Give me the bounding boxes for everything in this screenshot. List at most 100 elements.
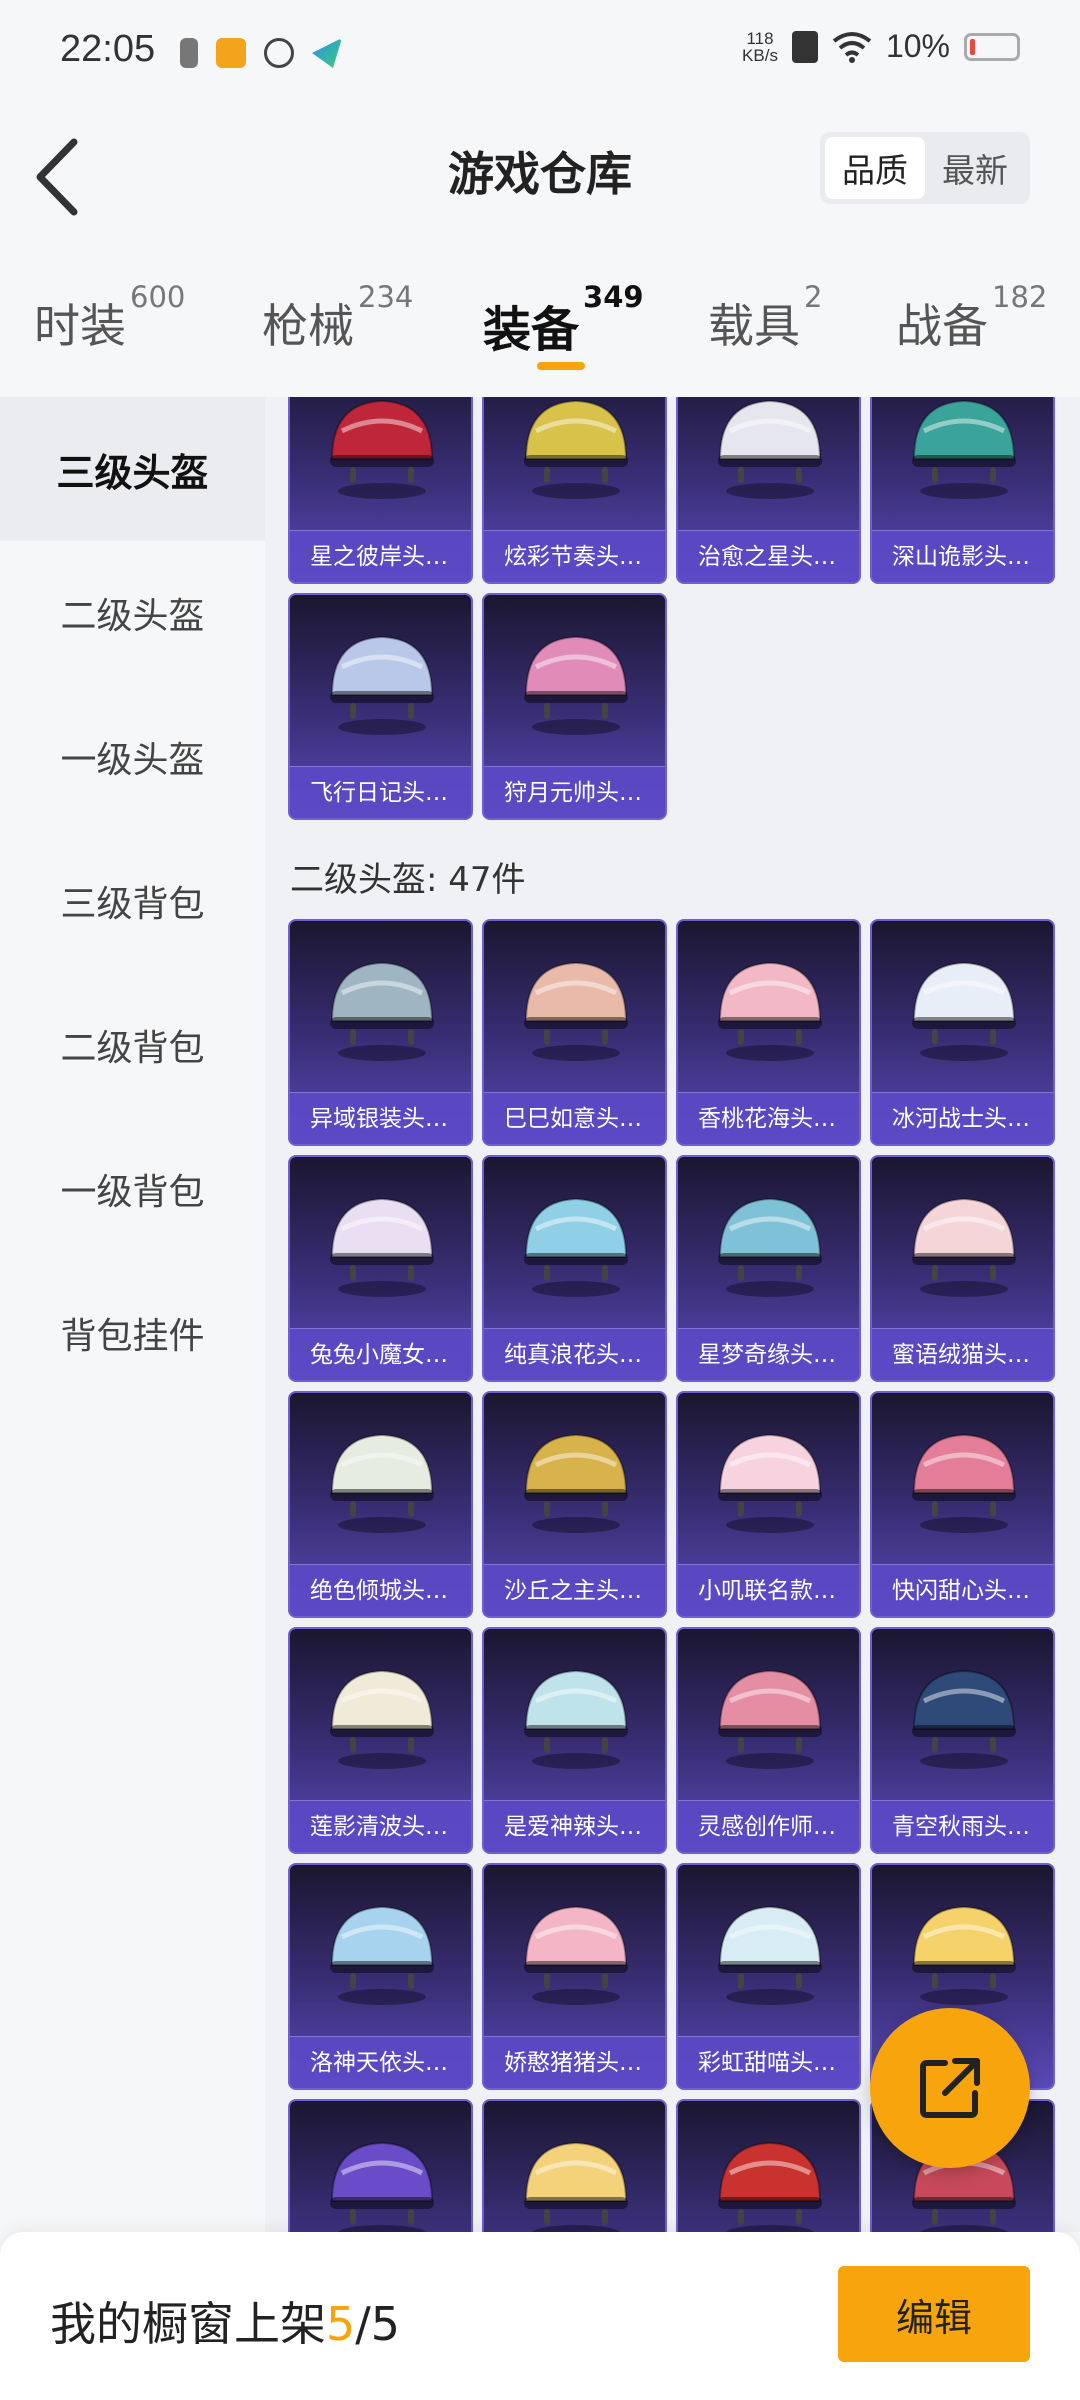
helmet-icon	[330, 1433, 434, 1533]
helmet-icon	[330, 961, 434, 1061]
item-card[interactable]: 绝色倾城头…	[288, 1391, 473, 1618]
item-card[interactable]: 炫彩节奏头…	[482, 397, 667, 584]
helmet-icon	[718, 399, 822, 499]
item-card[interactable]: 狩月元帅头…	[482, 593, 667, 820]
item-name: 治愈之星头…	[678, 530, 859, 582]
item-list[interactable]: 星之彼岸头… 炫彩节奏头… 治愈之星头… 深山诡影头… 飞行日记头… 狩月元帅头… 二级头…	[265, 397, 1080, 2232]
tab-label: 枪械	[262, 299, 354, 353]
sort-quality-button[interactable]: 品质	[825, 137, 925, 199]
battery-saver-icon	[180, 38, 198, 68]
tab-vehicles[interactable]: 载具2	[708, 280, 822, 380]
item-card[interactable]: 沙丘之主头…	[482, 1391, 667, 1618]
item-card[interactable]: 小叽联名款…	[676, 1391, 861, 1618]
helmet-icon	[330, 635, 434, 735]
system-icons: 118 KB/s 10%	[742, 28, 1020, 65]
category-tabs: 时装600 枪械234 装备349 载具2 战备182	[0, 270, 1080, 390]
item-card[interactable]: 星梦奇缘头…	[676, 1155, 861, 1382]
item-card[interactable]: 飞行日记头…	[288, 593, 473, 820]
item-name: 蜜语绒猫头…	[872, 1328, 1053, 1380]
item-name: 巳巳如意头…	[484, 1092, 665, 1144]
item-card[interactable]: 洛神天依头…	[288, 1863, 473, 2090]
showcase-total-count: 5	[370, 2297, 401, 2351]
bottom-bar: 我的橱窗上架5/5 编辑	[0, 2232, 1080, 2400]
tab-count: 349	[583, 280, 644, 314]
item-card[interactable]	[676, 2099, 861, 2232]
item-card[interactable]: 娇憨猪猪头…	[482, 1863, 667, 2090]
item-card[interactable]: 治愈之星头…	[676, 397, 861, 584]
helmet-icon	[330, 2141, 434, 2232]
helmet-icon	[330, 1669, 434, 1769]
tab-guns[interactable]: 枪械234	[262, 280, 413, 380]
item-card[interactable]	[482, 2099, 667, 2232]
tab-label: 载具	[708, 299, 800, 353]
battery-percent: 10%	[885, 28, 950, 64]
helmet-icon	[524, 635, 628, 735]
helmet-icon	[330, 399, 434, 499]
sidebar-item-level3-helmet[interactable]: 三级头盔	[0, 397, 265, 541]
item-name: 青空秋雨头…	[872, 1800, 1053, 1852]
app-notification-icon	[216, 38, 246, 68]
item-card[interactable]: 彩虹甜喵头…	[676, 1863, 861, 2090]
item-name: 狩月元帅头…	[484, 766, 665, 818]
item-name: 沙丘之主头…	[484, 1564, 665, 1616]
tab-gear[interactable]: 战备182	[896, 280, 1047, 380]
helmet-icon	[524, 2141, 628, 2232]
share-button[interactable]	[870, 2008, 1030, 2168]
section-title-level2: 二级头盔: 47件	[290, 860, 526, 900]
item-card[interactable]: 纯真浪花头…	[482, 1155, 667, 1382]
item-card[interactable]: 星之彼岸头…	[288, 397, 473, 584]
item-card[interactable]: 巳巳如意头…	[482, 919, 667, 1146]
tab-count: 182	[992, 280, 1048, 314]
item-card[interactable]: 深山诡影头…	[870, 397, 1055, 584]
tab-count: 234	[358, 280, 414, 314]
tab-count: 600	[130, 280, 186, 314]
item-card[interactable]: 异域银装头…	[288, 919, 473, 1146]
item-name: 冰河战士头…	[872, 1092, 1053, 1144]
helmet-icon	[718, 961, 822, 1061]
helmet-icon	[912, 1669, 1016, 1769]
item-name: 星之彼岸头…	[290, 530, 471, 582]
helmet-icon	[524, 1669, 628, 1769]
level3-helmet-grid: 星之彼岸头… 炫彩节奏头… 治愈之星头… 深山诡影头… 飞行日记头… 狩月元帅头…	[288, 397, 1055, 820]
tab-fashion[interactable]: 时装600	[34, 280, 185, 380]
helmet-icon	[718, 1197, 822, 1297]
item-card[interactable]: 莲影清波头…	[288, 1627, 473, 1854]
sidebar-item-level2-helmet[interactable]: 二级头盔	[0, 541, 265, 685]
item-card[interactable]: 香桃花海头…	[676, 919, 861, 1146]
item-card[interactable]: 快闪甜心头…	[870, 1391, 1055, 1618]
header: 游戏仓库 品质 最新	[0, 110, 1080, 260]
item-name: 兔兔小魔女…	[290, 1328, 471, 1380]
net-speed-unit: KB/s	[742, 45, 778, 65]
sim-off-icon	[791, 30, 818, 63]
item-card[interactable]: 灵感创作师…	[676, 1627, 861, 1854]
notification-icons	[180, 38, 342, 68]
tab-label: 战备	[896, 299, 988, 353]
item-card[interactable]: 兔兔小魔女…	[288, 1155, 473, 1382]
item-name: 小叽联名款…	[678, 1564, 859, 1616]
sidebar-item-level2-backpack[interactable]: 二级背包	[0, 973, 265, 1117]
helmet-icon	[718, 2141, 822, 2232]
status-time: 22:05	[60, 28, 156, 70]
sidebar-item-level1-helmet[interactable]: 一级头盔	[0, 685, 265, 829]
sidebar: 三级头盔 二级头盔 一级头盔 三级背包 二级背包 一级背包 背包挂件	[0, 397, 265, 2232]
helmet-icon	[912, 961, 1016, 1061]
sidebar-item-level1-backpack[interactable]: 一级背包	[0, 1117, 265, 1261]
item-card[interactable]: 是爱神辣头…	[482, 1627, 667, 1854]
item-card[interactable]: 蜜语绒猫头…	[870, 1155, 1055, 1382]
edit-button[interactable]: 编辑	[838, 2266, 1030, 2362]
item-card[interactable]	[288, 2099, 473, 2232]
helmet-icon	[912, 399, 1016, 499]
sidebar-item-level3-backpack[interactable]: 三级背包	[0, 829, 265, 973]
item-card[interactable]: 青空秋雨头…	[870, 1627, 1055, 1854]
helmet-icon	[912, 1433, 1016, 1533]
showcase-current-count: 5	[326, 2297, 356, 2351]
item-name: 星梦奇缘头…	[678, 1328, 859, 1380]
item-card[interactable]: 冰河战士头…	[870, 919, 1055, 1146]
helmet-icon	[524, 1197, 628, 1297]
item-name: 深山诡影头…	[872, 530, 1053, 582]
status-bar: 22:05 118 KB/s 10%	[0, 0, 1080, 110]
helmet-icon	[912, 1905, 1016, 2005]
sort-newest-button[interactable]: 最新	[925, 137, 1025, 199]
sidebar-item-backpack-charm[interactable]: 背包挂件	[0, 1261, 265, 1405]
helmet-icon	[524, 961, 628, 1061]
